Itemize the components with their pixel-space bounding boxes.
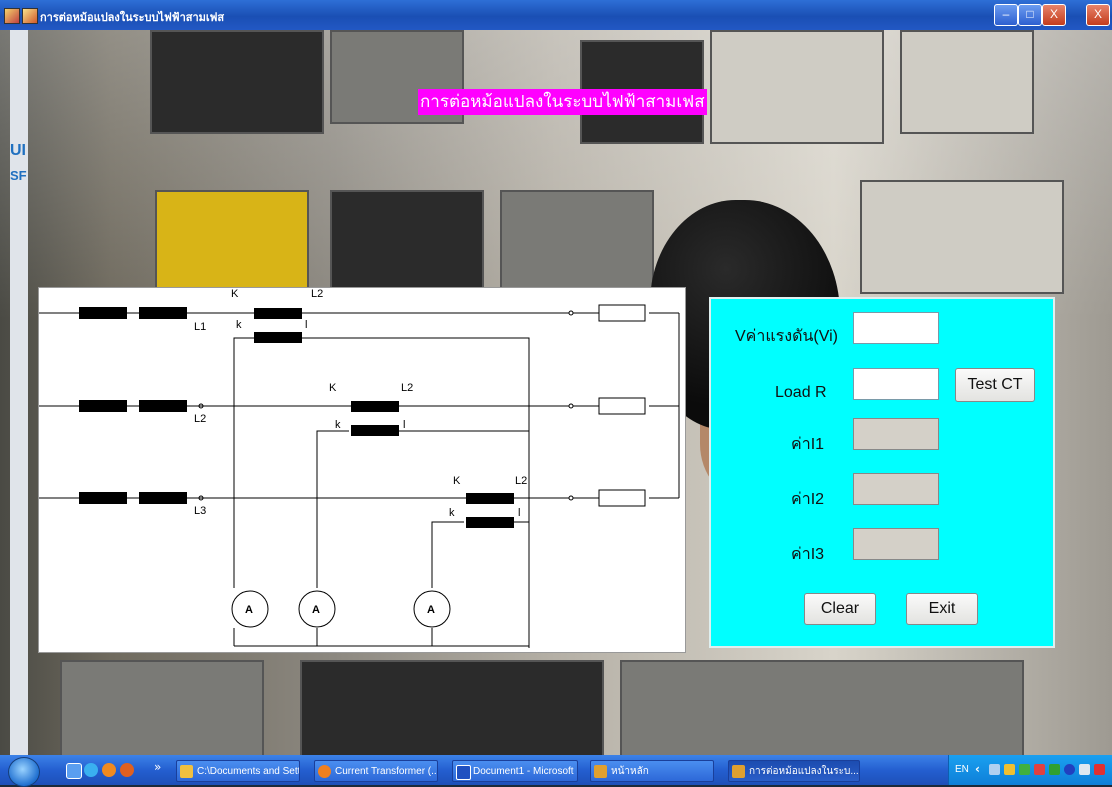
app-icon[interactable] (4, 8, 20, 24)
taskbar-item-active-form[interactable]: การต่อหม้อแปลงในระบ... (728, 760, 860, 782)
i3-output[interactable] (853, 528, 939, 560)
ct1-out-label: L2 (311, 288, 323, 300)
volume-icon[interactable] (1079, 764, 1090, 775)
connection-icon[interactable] (1049, 764, 1060, 775)
bg-panel (330, 190, 484, 294)
taskbar-item-firefox[interactable]: Current Transformer (... (314, 760, 438, 782)
i1-output[interactable] (853, 418, 939, 450)
load-r-label: Load R (775, 384, 827, 401)
quicklaunch-more-icon[interactable]: » (154, 760, 161, 774)
form-icon (594, 765, 607, 778)
bg-panel (155, 190, 309, 294)
close-button[interactable]: X (1042, 4, 1066, 26)
internet-explorer-icon[interactable] (84, 763, 98, 777)
taskbar-item-label: Current Transformer (... (335, 766, 438, 777)
ct1-primary-label: K (231, 288, 239, 300)
clear-button[interactable]: Clear (804, 593, 876, 625)
firefox-icon[interactable] (102, 763, 116, 777)
background-window-strip: UI SF (10, 30, 28, 755)
three-phase-ct-diagram: L1 L2 L3 K L2 k l K L2 k l K L2 k l A A … (38, 287, 686, 653)
system-tray: EN ‹ (948, 755, 1112, 785)
word-icon (456, 765, 471, 780)
load-r-input[interactable] (853, 368, 939, 400)
ct3-l-label: l (518, 507, 520, 519)
bg-panel (860, 180, 1064, 294)
form-icon (22, 8, 38, 24)
bg-panel (60, 660, 264, 759)
taskbar: » C:\Documents and Sett... Current Trans… (0, 755, 1112, 787)
bg-panel (500, 190, 654, 294)
update-icon[interactable] (1019, 764, 1030, 775)
bg-panel (620, 660, 1024, 759)
taskbar-item-main[interactable]: หน้าหลัก (590, 760, 714, 782)
phase-label-l2: L2 (194, 413, 206, 425)
minimize-button[interactable]: – (994, 4, 1018, 26)
media-icon[interactable] (120, 763, 134, 777)
taskbar-item-explorer[interactable]: C:\Documents and Sett... (176, 760, 300, 782)
taskbar-item-label: การต่อหม้อแปลงในระบ... (749, 766, 859, 777)
page-heading: การต่อหม้อแปลงในระบบไฟฟ้าสามเฟส (418, 89, 707, 115)
antivirus-icon[interactable] (1034, 764, 1045, 775)
taskbar-item-label: C:\Documents and Sett... (197, 766, 300, 777)
ct1-l-label: l (305, 319, 307, 331)
ct1-secondary-label: k (236, 319, 242, 331)
ct3-secondary-label: k (449, 507, 455, 519)
circuit-svg: L1 L2 L3 K L2 k l K L2 k l K L2 k l A A … (39, 288, 680, 648)
ct2-secondary-label: k (335, 419, 341, 431)
form-icon (732, 765, 745, 778)
i2-output[interactable] (853, 473, 939, 505)
strip-text-ui: UI (10, 142, 26, 159)
strip-text-sf: SF (10, 168, 27, 183)
bg-panel (710, 30, 884, 144)
ct-test-form: Vค่าแรงดัน(Vi) Load R Test CT ค่าI1 ค่าI… (709, 297, 1055, 648)
ct2-primary-label: K (329, 382, 337, 394)
ammeter-1-label: A (245, 604, 253, 616)
i1-label: ค่าI1 (791, 436, 825, 453)
maximize-button[interactable]: □ (1018, 4, 1042, 26)
tray-expand-icon[interactable]: ‹ (975, 762, 980, 776)
exit-button[interactable]: Exit (906, 593, 978, 625)
security-icon[interactable] (1004, 764, 1015, 775)
ammeter-3-label: A (427, 604, 435, 616)
taskbar-item-label: หน้าหลัก (611, 766, 649, 777)
vi-input[interactable] (853, 312, 939, 344)
vi-label: Vค่าแรงดัน(Vi) (735, 328, 838, 345)
bg-panel (900, 30, 1034, 134)
bluetooth-icon[interactable] (1064, 764, 1075, 775)
window-title: การต่อหม้อแปลงในระบบไฟฟ้าสามเฟส (40, 11, 225, 24)
bg-panel (150, 30, 324, 134)
phase-label-l3: L3 (194, 505, 206, 517)
ct3-primary-label: K (453, 475, 461, 487)
alert-icon[interactable] (1094, 764, 1105, 775)
i3-label: ค่าI3 (791, 546, 825, 563)
window-titlebar: การต่อหม้อแปลงในระบบไฟฟ้าสามเฟส – □ X X (0, 0, 1112, 30)
phase-label-l1: L1 (194, 321, 206, 333)
taskbar-item-label: Document1 - Microsoft ... (473, 766, 578, 777)
i2-label: ค่าI2 (791, 491, 825, 508)
language-indicator[interactable]: EN (955, 764, 969, 775)
ammeter-2-label: A (312, 604, 320, 616)
ct2-l-label: l (403, 419, 405, 431)
test-ct-button[interactable]: Test CT (955, 368, 1035, 402)
transformer-bars (79, 307, 514, 528)
network-icon[interactable] (989, 764, 1000, 775)
outer-close-button[interactable]: X (1086, 4, 1110, 26)
ct3-out-label: L2 (515, 475, 527, 487)
firefox-icon (318, 765, 331, 778)
show-desktop-icon[interactable] (66, 763, 82, 779)
taskbar-item-word[interactable]: Document1 - Microsoft ... (452, 760, 578, 782)
folder-icon (180, 765, 193, 778)
start-button[interactable] (8, 757, 40, 787)
ct2-out-label: L2 (401, 382, 413, 394)
bg-panel (300, 660, 604, 759)
